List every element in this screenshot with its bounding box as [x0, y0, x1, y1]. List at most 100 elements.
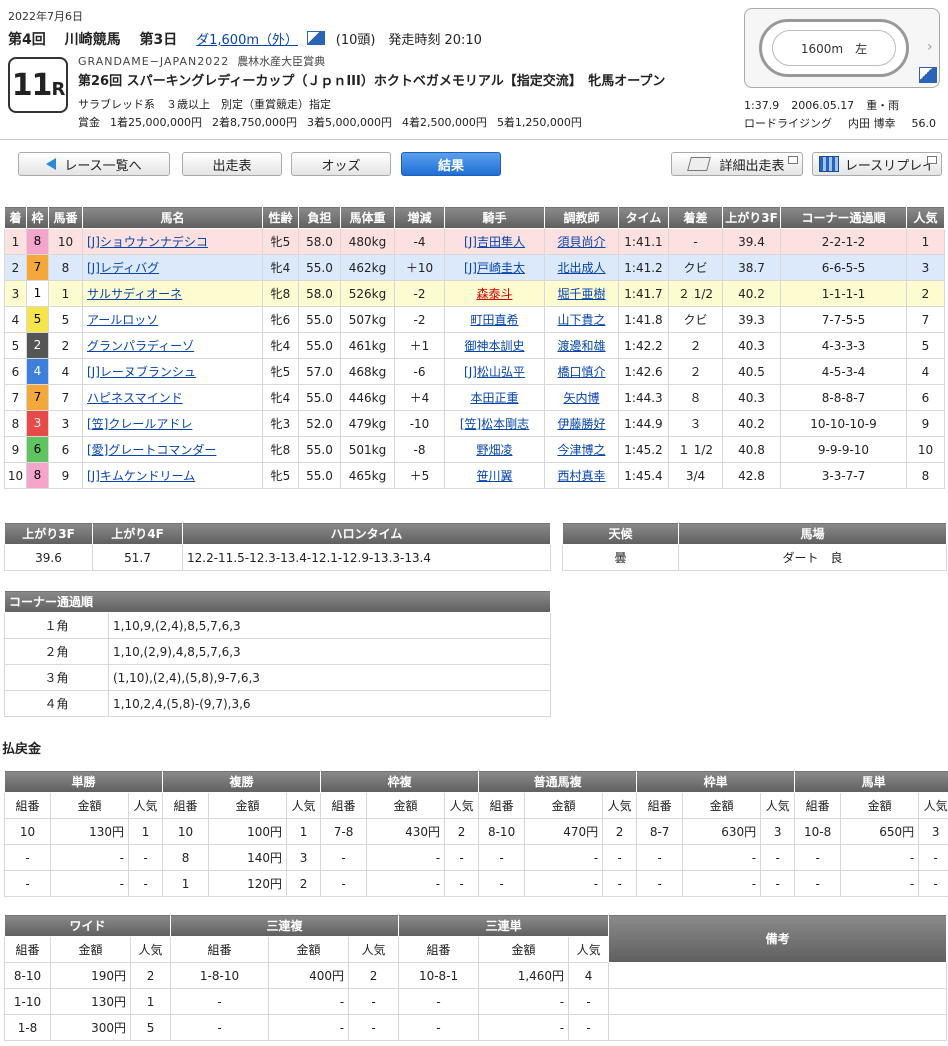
trainer-cell: 須貝尚介 — [544, 228, 619, 255]
time-cell: 1:44.3 — [618, 384, 669, 411]
jockey-link[interactable]: [笠]松本剛志 — [460, 417, 529, 431]
race-replay-button[interactable]: レースリプレイ — [812, 152, 942, 176]
course-map-icon[interactable] — [306, 31, 325, 45]
pos-cell: 2 — [4, 254, 27, 281]
payout-sub-header: 金額 — [840, 792, 920, 819]
race-meta-line: 第4回 川崎競馬 第3日 ダ1,600m（外） (10頭) 発走時刻 20:10 — [8, 29, 496, 49]
weather-header: 天候 — [562, 522, 679, 545]
prize-item: 2着8,750,000円 — [211, 116, 297, 129]
payout-cell: - — [50, 870, 129, 897]
course-link[interactable]: ダ1,600m（外） — [196, 33, 298, 48]
payout-cell: 8-7 — [636, 818, 684, 845]
trainer-link[interactable]: 西村真幸 — [557, 469, 605, 483]
time-cell: 1:41.2 — [618, 254, 669, 281]
result-row: 4 5 5 アールロッソ 牝6 55.0 507kg -2 町田直希 山下貴之 1:41.8 クビ 39… — [4, 306, 945, 333]
payout-cell: 1 — [162, 870, 210, 897]
horse-link[interactable]: [J]レーヌブランシュ — [87, 365, 196, 379]
payout-cell: - — [348, 988, 400, 1015]
result-row: 6 4 4 [J]レーヌブランシュ 牝5 57.0 468kg -6 [J]松山弘平 橋口慎介 1:… — [4, 358, 945, 385]
payout-sub-header: 組番 — [636, 792, 684, 819]
course-record-holder: ロードライジング 内田 博幸 56.0 — [744, 115, 948, 131]
jockey-link[interactable]: [J]松山弘平 — [464, 365, 525, 379]
payout-cell: 2 — [129, 962, 172, 989]
trainer-link[interactable]: 今津博之 — [557, 443, 605, 457]
detail-entries-button[interactable]: 詳細出走表 — [671, 152, 803, 176]
horse-link[interactable]: [J]レディバグ — [87, 261, 159, 275]
horse-link[interactable]: [J]ショウナンナデシコ — [87, 235, 208, 249]
result-row: 9 6 6 [愛]グレートコマンダー 牝8 55.0 501kg -8 野畑凌 今津博之 1:45.… — [4, 436, 945, 463]
horse-cell: ハピネスマインド — [82, 384, 263, 411]
course-map-icon[interactable] — [919, 67, 937, 83]
odds-button[interactable]: オッズ — [291, 152, 391, 176]
payout-group-header: 普通馬複 — [478, 770, 638, 793]
payout-cell: - — [478, 988, 570, 1015]
last4f-value: 51.7 — [92, 544, 183, 571]
entries-button[interactable]: 出走表 — [182, 152, 282, 176]
jockey-link[interactable]: 野畑凌 — [476, 443, 512, 457]
payout-cell: 120円 — [208, 870, 288, 897]
race-list-button[interactable]: レース一覧へ — [18, 152, 170, 176]
result-row: 2 7 8 [J]レディバグ 牝4 55.0 462kg ＋10 [J]戸崎圭太 北出成人 1:41… — [4, 254, 945, 281]
trainer-cell: 伊藤勝好 — [544, 410, 619, 437]
payout-cell: 300円 — [50, 1014, 131, 1041]
jockey-link[interactable]: 御神本訓史 — [464, 339, 524, 353]
time-cell: 1:42.2 — [618, 332, 669, 359]
jockey-link[interactable]: [J]吉田隼人 — [464, 235, 525, 249]
trainer-link[interactable]: 橋口慎介 — [557, 365, 605, 379]
jockey-link[interactable]: 本田正重 — [470, 391, 518, 405]
day: 第3日 — [139, 32, 178, 48]
num-cell: 1 — [48, 280, 83, 307]
jockey-cell: [J]吉田隼人 — [444, 228, 545, 255]
result-tab[interactable]: 結果 — [401, 152, 501, 176]
payout-cell: - — [794, 870, 842, 897]
pos-cell: 1 — [4, 228, 27, 255]
pop-cell: 10 — [906, 436, 945, 463]
horse-link[interactable]: ハピネスマインド — [87, 391, 183, 405]
diff-cell: ＋5 — [394, 462, 445, 489]
chevron-right-icon[interactable]: › — [927, 39, 933, 55]
waku-number: 1 — [27, 281, 48, 306]
bw-cell: 526kg — [340, 280, 395, 307]
sex-cell: 牝4 — [262, 254, 299, 281]
margin-cell: ８ — [668, 384, 723, 411]
horse-link[interactable]: [愛]グレートコマンダー — [87, 443, 216, 457]
payout-cell: - — [524, 844, 604, 871]
payout-table-main: 単勝 複勝 枠複 普通馬複 枠単 馬単 組番 金額 人気 組番 金額 人気 組番 金額 人気 組番 金額 人気組… — [3, 770, 948, 897]
sex-cell: 牝6 — [262, 306, 299, 333]
record-holder-item: ロードライジング — [744, 117, 832, 130]
track-diagram[interactable]: 1600m 左 › — [744, 8, 940, 88]
horse-link[interactable]: サルサディオーネ — [87, 287, 182, 301]
margin-cell: クビ — [668, 306, 723, 333]
payout-cell: 8-10 — [4, 962, 51, 989]
waku-number: 7 — [27, 385, 48, 410]
trainer-link[interactable]: 渡邊和雄 — [557, 339, 605, 353]
payout-sub-header: 人気 — [918, 792, 948, 819]
result-row: 5 2 2 グランパラディーゾ 牝4 55.0 461kg ＋1 御神本訓史 渡邊和雄 1:42.2… — [4, 332, 945, 359]
waku-number: 8 — [27, 463, 48, 488]
jockey-link[interactable]: [J]戸崎圭太 — [464, 261, 525, 275]
trainer-link[interactable]: 伊藤勝好 — [557, 417, 605, 431]
jockey-link[interactable]: 笹川翼 — [476, 469, 512, 483]
horse-link[interactable]: アールロッソ — [87, 313, 158, 327]
results-header-row: 着枠馬番 馬名 性齢 負担 馬体重 増減 騎手 調教師 タイム 着差 上がり3F コーナー通過順 人気 — [4, 206, 945, 229]
trainer-link[interactable]: 北出成人 — [557, 261, 605, 275]
results-col-header: コーナー通過順 — [780, 206, 907, 229]
corner-cell: 1-1-1-1 — [780, 280, 907, 307]
horse-link[interactable]: [笠]クレールアドレ — [87, 417, 192, 431]
horse-link[interactable]: グランパラディーゾ — [87, 339, 194, 353]
horse-link[interactable]: [J]キムケンドリーム — [87, 469, 195, 483]
payout-cell: - — [170, 1014, 270, 1041]
trainer-link[interactable]: 堀千亜樹 — [557, 287, 605, 301]
trainer-link[interactable]: 山下貴之 — [557, 313, 605, 327]
margin-cell: ２ 1/2 — [668, 280, 723, 307]
payout-cell: 400円 — [268, 962, 350, 989]
jockey-link[interactable]: 町田直希 — [470, 313, 518, 327]
payout-cell: 1-8 — [4, 1014, 51, 1041]
race-date: 2022年7月6日 — [8, 10, 83, 23]
race-series: GRANDAME−JAPAN2022 農林水産大臣賞典 — [78, 53, 325, 69]
race-suffix: R — [51, 78, 65, 100]
trainer-link[interactable]: 矢内博 — [563, 391, 599, 405]
jockey-link[interactable]: 森泰斗 — [476, 287, 512, 301]
trainer-link[interactable]: 須貝尚介 — [557, 235, 605, 249]
margin-cell: ２ — [668, 358, 723, 385]
